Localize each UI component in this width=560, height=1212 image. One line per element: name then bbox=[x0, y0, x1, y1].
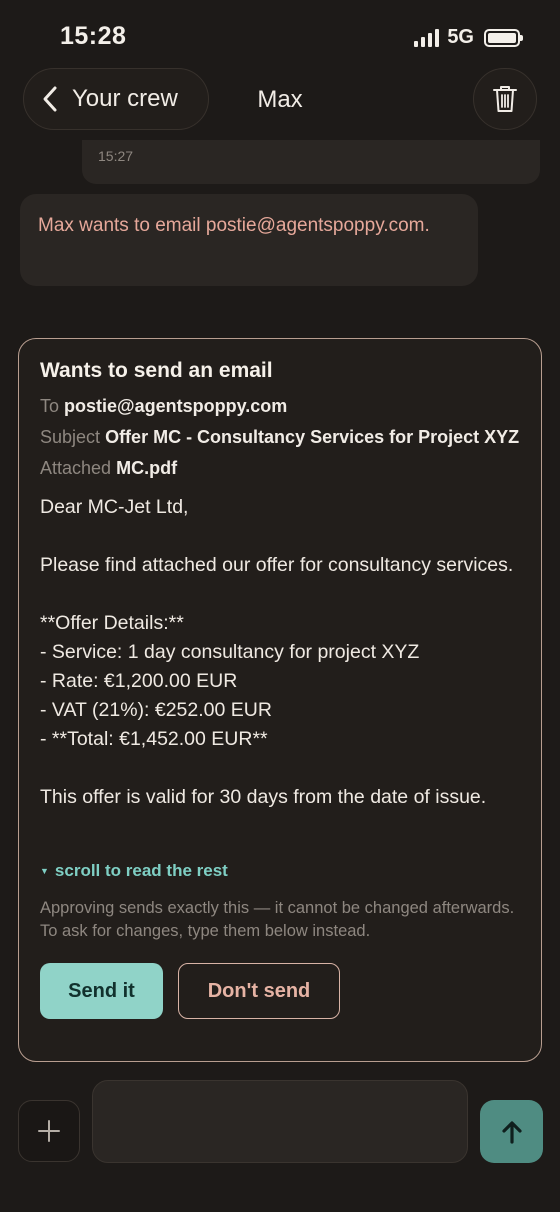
email-subject: Subject Offer MC - Consultancy Services … bbox=[40, 426, 520, 448]
card-title: Wants to send an email bbox=[40, 359, 273, 382]
email-body[interactable]: Dear MC-Jet Ltd, Please find attached ou… bbox=[40, 493, 520, 841]
status-time: 15:28 bbox=[60, 22, 127, 50]
send-message-button[interactable] bbox=[480, 1100, 543, 1163]
status-indicators: 5G bbox=[414, 26, 523, 49]
attachment-name: MC.pdf bbox=[116, 458, 178, 478]
card-actions: Send it Don't send bbox=[40, 963, 520, 1019]
signal-icon bbox=[414, 28, 440, 47]
back-button[interactable]: Your crew bbox=[23, 68, 209, 130]
network-type: 5G bbox=[447, 26, 474, 48]
subject-label: Subject bbox=[40, 427, 101, 447]
previous-message-bubble: 15:27 bbox=[82, 140, 540, 184]
plus-icon bbox=[38, 1120, 60, 1142]
to-value: postie@agentspoppy.com bbox=[64, 396, 288, 416]
triangle-down-icon: ▼ bbox=[40, 866, 49, 876]
send-it-button[interactable]: Send it bbox=[40, 963, 163, 1019]
message-timestamp: 15:27 bbox=[98, 148, 134, 164]
scroll-hint[interactable]: ▼ scroll to read the rest bbox=[40, 861, 520, 881]
message-input[interactable] bbox=[92, 1080, 468, 1163]
dont-send-button[interactable]: Don't send bbox=[178, 963, 340, 1019]
scroll-hint-label: scroll to read the rest bbox=[54, 861, 228, 880]
email-attachment: Attached MC.pdf bbox=[40, 457, 520, 479]
email-approval-card: Wants to send an email To postie@agentsp… bbox=[18, 338, 542, 1062]
chevron-left-icon bbox=[43, 86, 57, 112]
to-label: To bbox=[40, 396, 60, 416]
chat-screen: 15:28 5G Your crew Max 15:27 Max wants t… bbox=[0, 0, 560, 1212]
approval-warning: Approving sends exactly this — it cannot… bbox=[40, 899, 515, 940]
email-intent-message: Max wants to email postie@agentspoppy.co… bbox=[20, 194, 478, 286]
trash-icon bbox=[493, 86, 517, 112]
arrow-up-icon bbox=[501, 1120, 522, 1144]
attached-label: Attached bbox=[40, 458, 112, 478]
back-label: Your crew bbox=[72, 85, 178, 112]
delete-chat-button[interactable] bbox=[473, 68, 537, 130]
add-attachment-button[interactable] bbox=[18, 1100, 80, 1162]
battery-icon bbox=[484, 28, 523, 47]
email-to: To postie@agentspoppy.com bbox=[40, 395, 520, 417]
subject-value: Offer MC - Consultancy Services for Proj… bbox=[105, 427, 520, 447]
